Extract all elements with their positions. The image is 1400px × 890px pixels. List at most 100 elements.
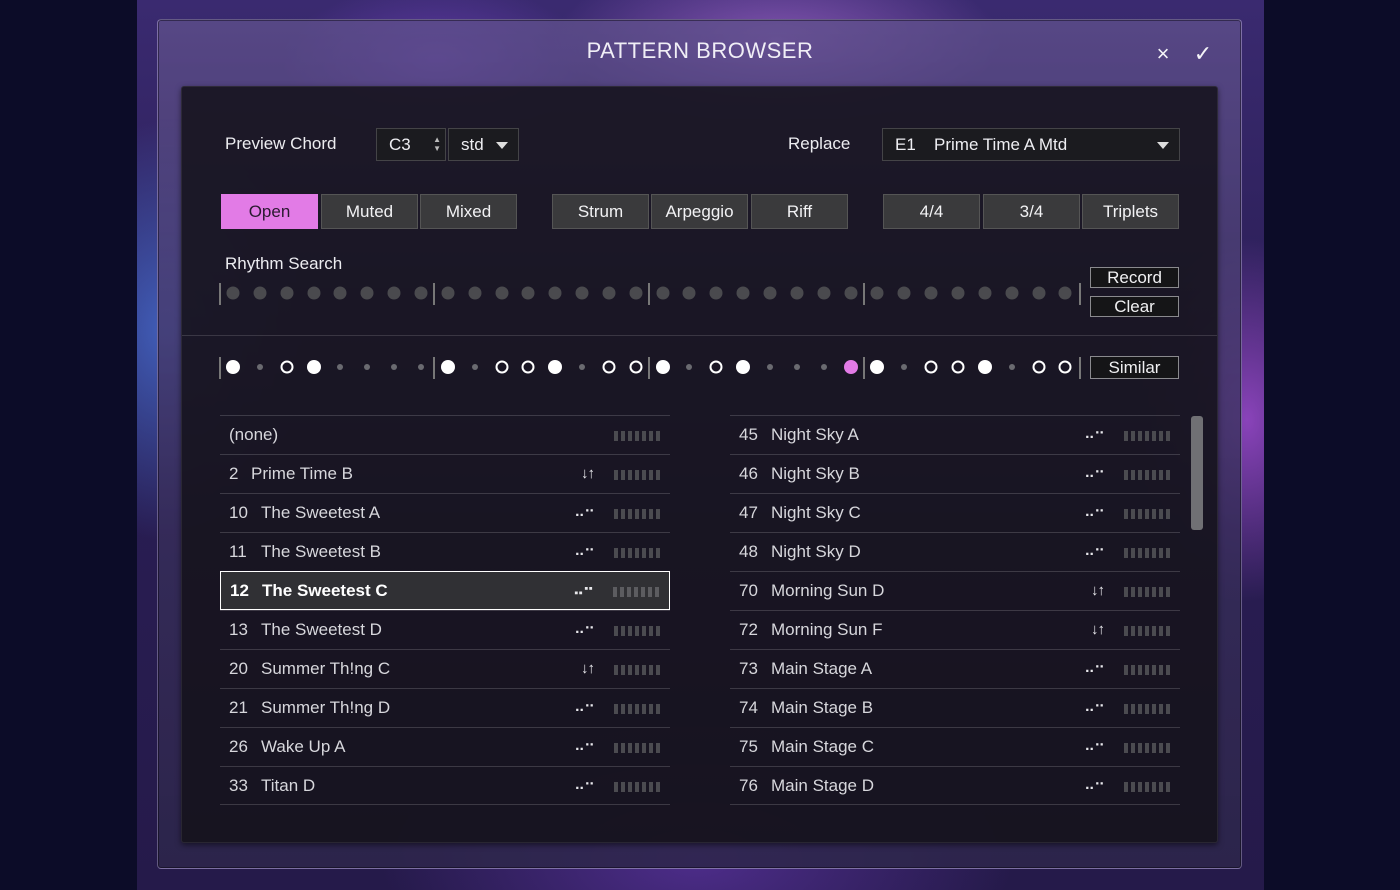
rhythm-step[interactable] xyxy=(844,286,858,300)
filter-arpeggio-button[interactable]: Arpeggio xyxy=(651,194,748,229)
pattern-list-item[interactable]: 26 Wake Up A ⠤⠒ xyxy=(220,727,670,766)
pattern-list-item[interactable]: 11 The Sweetest B ⠤⠒ xyxy=(220,532,670,571)
rhythm-step[interactable] xyxy=(1005,286,1019,300)
clear-button[interactable]: Clear xyxy=(1090,296,1179,317)
rhythm-step[interactable] xyxy=(333,286,347,300)
stepper-arrows-icon[interactable]: ▲ ▼ xyxy=(433,135,441,153)
complexity-meter xyxy=(1124,665,1170,675)
meter-segment xyxy=(1166,743,1170,753)
pattern-list-item[interactable]: 20 Summer Th!ng C ↓↑ xyxy=(220,649,670,688)
meter-segment xyxy=(628,548,632,558)
rhythm-step xyxy=(870,360,885,374)
close-icon[interactable]: × xyxy=(1150,41,1176,67)
rhythm-step[interactable] xyxy=(602,286,616,300)
filter-muted-button[interactable]: Muted xyxy=(321,194,418,229)
pattern-list-item[interactable]: 33 Titan D ⠤⠒ xyxy=(220,766,670,805)
filter-4-4-button[interactable]: 4/4 xyxy=(883,194,980,229)
filter-mixed-button[interactable]: Mixed xyxy=(420,194,517,229)
meter-segment xyxy=(1166,587,1170,597)
pattern-list-item[interactable]: (none) xyxy=(220,415,670,454)
complexity-meter xyxy=(1124,431,1170,441)
rhythm-step[interactable] xyxy=(763,286,777,300)
pattern-number: 20 xyxy=(229,659,248,678)
pattern-list-item[interactable]: 46 Night Sky B ⠤⠒ xyxy=(730,454,1180,493)
record-button[interactable]: Record xyxy=(1090,267,1179,288)
meter-segment xyxy=(621,431,625,441)
rhythm-step[interactable] xyxy=(280,286,294,300)
pattern-number: 70 xyxy=(739,581,758,600)
beat-divider xyxy=(219,357,221,379)
pattern-list-item[interactable]: 70 Morning Sun D ↓↑ xyxy=(730,571,1180,610)
meter-segment xyxy=(1166,704,1170,714)
filter-riff-button[interactable]: Riff xyxy=(751,194,848,229)
pattern-list-item[interactable]: 2 Prime Time B ↓↑ xyxy=(220,454,670,493)
rhythm-step xyxy=(843,360,858,374)
pattern-list-item[interactable]: 10 The Sweetest A ⠤⠒ xyxy=(220,493,670,532)
meter-segment xyxy=(635,626,639,636)
rhythm-step[interactable] xyxy=(951,286,965,300)
rhythm-step[interactable] xyxy=(441,286,455,300)
pattern-list-item[interactable]: 45 Night Sky A ⠤⠒ xyxy=(730,415,1180,454)
filter-3-4-button[interactable]: 3/4 xyxy=(983,194,1080,229)
complexity-meter xyxy=(614,743,660,753)
pattern-list-item[interactable]: 13 The Sweetest D ⠤⠒ xyxy=(220,610,670,649)
arpeggio-icon: ⠤⠒ xyxy=(1084,738,1105,755)
complexity-meter xyxy=(614,704,660,714)
pattern-list-item[interactable]: 74 Main Stage B ⠤⠒ xyxy=(730,688,1180,727)
pattern-list-scrollbar[interactable] xyxy=(1191,416,1203,530)
arpeggio-icon: ⠤⠒ xyxy=(574,699,595,716)
rhythm-step[interactable] xyxy=(682,286,696,300)
rhythm-step[interactable] xyxy=(656,286,670,300)
rhythm-step[interactable] xyxy=(521,286,535,300)
rhythm-step[interactable] xyxy=(1032,286,1045,300)
rhythm-step[interactable] xyxy=(360,286,374,300)
pattern-list-item[interactable]: 73 Main Stage A ⠤⠒ xyxy=(730,649,1180,688)
rhythm-step[interactable] xyxy=(253,286,267,300)
meter-segment xyxy=(614,470,618,480)
pattern-list-item[interactable]: 48 Night Sky D ⠤⠒ xyxy=(730,532,1180,571)
pattern-list-item[interactable]: 21 Summer Th!ng D ⠤⠒ xyxy=(220,688,670,727)
rhythm-step[interactable] xyxy=(897,286,911,300)
rhythm-step[interactable] xyxy=(870,286,884,300)
filter-open-button[interactable]: Open xyxy=(221,194,318,229)
rhythm-step[interactable] xyxy=(548,286,562,300)
meter-segment xyxy=(1145,431,1149,441)
similar-button[interactable]: Similar xyxy=(1090,356,1179,379)
pattern-list-item[interactable]: 12 The Sweetest C ⠤⠒ xyxy=(220,571,670,610)
rhythm-step[interactable] xyxy=(790,286,804,300)
rhythm-step[interactable] xyxy=(736,286,750,300)
replace-dropdown[interactable]: E1 Prime Time A Mtd xyxy=(882,128,1180,161)
meter-segment xyxy=(1152,704,1156,714)
pattern-list-item[interactable]: 76 Main Stage D ⠤⠒ xyxy=(730,766,1180,805)
meter-segment xyxy=(628,743,632,753)
meter-segment xyxy=(1159,509,1163,519)
rhythm-step xyxy=(736,360,751,374)
rhythm-step[interactable] xyxy=(575,286,589,300)
rhythm-step[interactable] xyxy=(924,286,938,300)
rhythm-step[interactable] xyxy=(978,286,992,300)
rhythm-step[interactable] xyxy=(307,286,321,300)
rhythm-step[interactable] xyxy=(226,286,240,300)
rhythm-step[interactable] xyxy=(387,286,401,300)
filter-strum-button[interactable]: Strum xyxy=(552,194,649,229)
preview-chord-stepper[interactable]: C3 ▲ ▼ xyxy=(376,128,446,161)
voicing-dropdown[interactable]: std xyxy=(448,128,519,161)
rhythm-step[interactable] xyxy=(1058,286,1072,300)
filter-triplets-button[interactable]: Triplets xyxy=(1082,194,1179,229)
rhythm-step[interactable] xyxy=(817,286,831,300)
rhythm-step[interactable] xyxy=(629,286,643,300)
pattern-list-item[interactable]: 75 Main Stage C ⠤⠒ xyxy=(730,727,1180,766)
rhythm-search-grid[interactable] xyxy=(219,280,1081,306)
rhythm-step[interactable] xyxy=(468,286,482,300)
pattern-list-item[interactable]: 47 Night Sky C ⠤⠒ xyxy=(730,493,1180,532)
pattern-name: Wake Up A xyxy=(261,737,346,756)
rhythm-step[interactable] xyxy=(709,286,723,300)
confirm-icon[interactable]: ✓ xyxy=(1190,41,1216,67)
rhythm-step[interactable] xyxy=(414,286,428,300)
pattern-list-item[interactable]: 72 Morning Sun F ↓↑ xyxy=(730,610,1180,649)
pattern-list-right: 45 Night Sky A ⠤⠒ 46 Night Sky B ⠤⠒ 47 Night Sk… xyxy=(730,415,1180,805)
rhythm-step[interactable] xyxy=(495,286,508,300)
meter-segment xyxy=(1152,509,1156,519)
meter-segment xyxy=(613,587,617,597)
complexity-meter xyxy=(1124,704,1170,714)
